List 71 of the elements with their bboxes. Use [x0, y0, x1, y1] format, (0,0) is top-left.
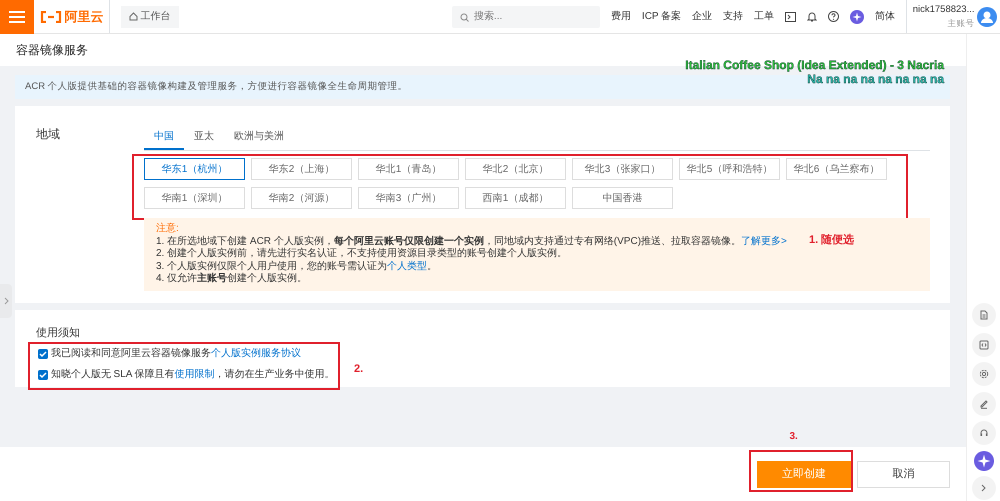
nav-link[interactable]: ICP 备案 [642, 9, 682, 24]
terminal-icon[interactable] [785, 12, 796, 22]
user-name[interactable]: nick1758823... [912, 3, 974, 18]
account-role: 主账号 [946, 17, 974, 30]
code-button[interactable] [972, 332, 996, 356]
language-link[interactable]: 简体 [875, 9, 896, 24]
avatar-icon[interactable] [977, 6, 998, 26]
chevron-right-icon [4, 297, 8, 305]
region-option[interactable]: 中国香港 [572, 187, 673, 210]
cancel-button[interactable]: 取消 [857, 460, 950, 488]
assistant-icon[interactable] [850, 10, 864, 24]
region-option[interactable]: 华北5（呼和浩特） [679, 158, 780, 180]
agreement-text: 知晓个人版无 SLA 保障且有使用限制，请勿在生产业务中使用。 [50, 368, 335, 382]
logo-icon [40, 10, 62, 22]
search-field[interactable]: 搜索... [452, 6, 600, 28]
text-link[interactable]: 个人类型 [387, 260, 428, 272]
notice-text: 1. 在所选地域下创建 ACR 个人版实例，每个阿里云账号仅限创建一个实例，同地域内支持通过专有网络(VPC)推送、拉取容器镜像。了解更多> [156, 236, 787, 248]
code-icon [978, 340, 988, 350]
nav-link[interactable]: 企业 [692, 9, 712, 24]
region-option[interactable]: 华南1（深圳） [144, 187, 245, 210]
region-option[interactable]: 华南2（河源） [251, 187, 352, 210]
notice-title: 注意: [156, 223, 179, 234]
brand-name: 阿里云 [64, 8, 104, 26]
chevron-right-icon [981, 484, 986, 492]
notice-text: 4. 仅允许主账号创建个人版实例。 [156, 273, 308, 286]
workbench-button[interactable]: 工作台 [120, 6, 178, 28]
bell-icon[interactable] [807, 11, 818, 22]
pen-button[interactable] [972, 392, 996, 416]
home-icon [128, 12, 138, 21]
page-title: 容器镜像服务 [16, 42, 88, 59]
lyric-text: Italian Coffee Shop (Idea Extended) - 3 Nacria [685, 58, 944, 72]
headset-button[interactable] [972, 421, 996, 445]
text-link[interactable]: 了解更多> [741, 236, 787, 247]
agreement-text: 我已阅读和同意阿里云容器镜像服务个人版实例服务协议 [50, 346, 301, 362]
nav-link[interactable]: 费用 [610, 9, 631, 24]
section-title: 使用须知 [36, 326, 80, 339]
nav-link[interactable]: 工单 [754, 9, 774, 24]
assistant-icon[interactable] [974, 450, 994, 470]
annotation-text: 1. 随便选 [809, 234, 854, 247]
region-option[interactable]: 华北1（青岛） [358, 158, 459, 180]
gear-button[interactable] [972, 362, 996, 386]
region-tab[interactable]: 中国 [144, 125, 184, 150]
document-icon [978, 310, 988, 320]
region-option[interactable]: 华东1（杭州） [144, 158, 245, 180]
document-button[interactable] [972, 303, 996, 327]
text-link[interactable]: 个人版实例服务协议 [210, 348, 301, 360]
pen-icon [978, 398, 988, 408]
checkbox[interactable] [38, 370, 48, 380]
notice-text: 3. 个人版实例仅限个人用户使用，您的账号需认证为个人类型。 [156, 260, 438, 272]
notice-text: 2. 创建个人版实例前，请先进行实名认证，不支持使用资源目录类型的账号创建个人版实例。 [156, 248, 568, 260]
region-option[interactable]: 华北3（张家口） [572, 158, 673, 180]
checkbox[interactable] [38, 348, 48, 359]
nav-link[interactable]: 支持 [723, 9, 744, 24]
region-tab[interactable]: 欧洲与美洲 [224, 125, 294, 150]
region-tab[interactable]: 亚太 [184, 125, 224, 150]
field-label: 地域 [36, 127, 60, 142]
help-icon[interactable] [828, 11, 840, 22]
region-option[interactable]: 西南1（成都） [465, 187, 566, 210]
headset-icon [978, 428, 988, 438]
region-option[interactable]: 华北2（北京） [465, 158, 566, 180]
menu-icon [9, 10, 25, 22]
lyric-text: Na na na na na na na na [806, 72, 944, 86]
search-icon [460, 12, 469, 22]
annotation-text: 2. [354, 362, 364, 378]
text-link[interactable]: 使用限制 [174, 369, 215, 380]
region-option[interactable]: 华北6（乌兰察布） [786, 158, 887, 180]
region-option[interactable]: 华南3（广州） [358, 187, 459, 210]
menu-button[interactable] [0, 0, 34, 34]
annotation-text: 3. [790, 430, 798, 444]
region-option[interactable]: 华东2（上海） [251, 158, 352, 180]
gear-icon [978, 369, 988, 379]
